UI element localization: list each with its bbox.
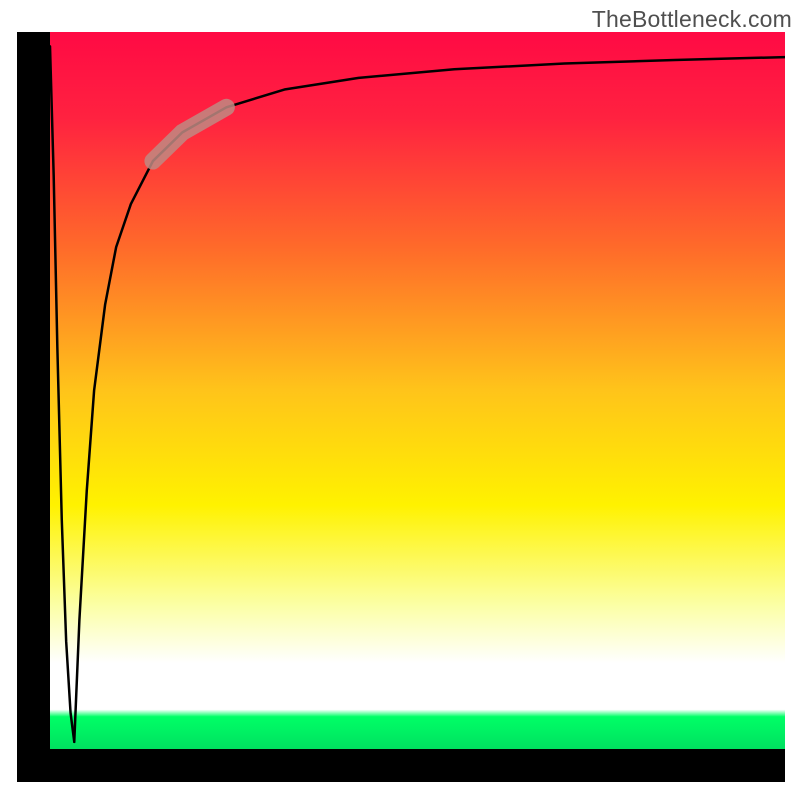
watermark-text: TheBottleneck.com [592,6,792,33]
plot-area [50,32,785,749]
chart-root: TheBottleneck.com [0,0,800,800]
highlight-segment [153,107,227,161]
curve-bottleneck-curve-down [50,46,74,741]
plot-frame [17,32,785,782]
curve-svg [50,32,785,749]
curve-bottleneck-curve-up [74,57,785,742]
